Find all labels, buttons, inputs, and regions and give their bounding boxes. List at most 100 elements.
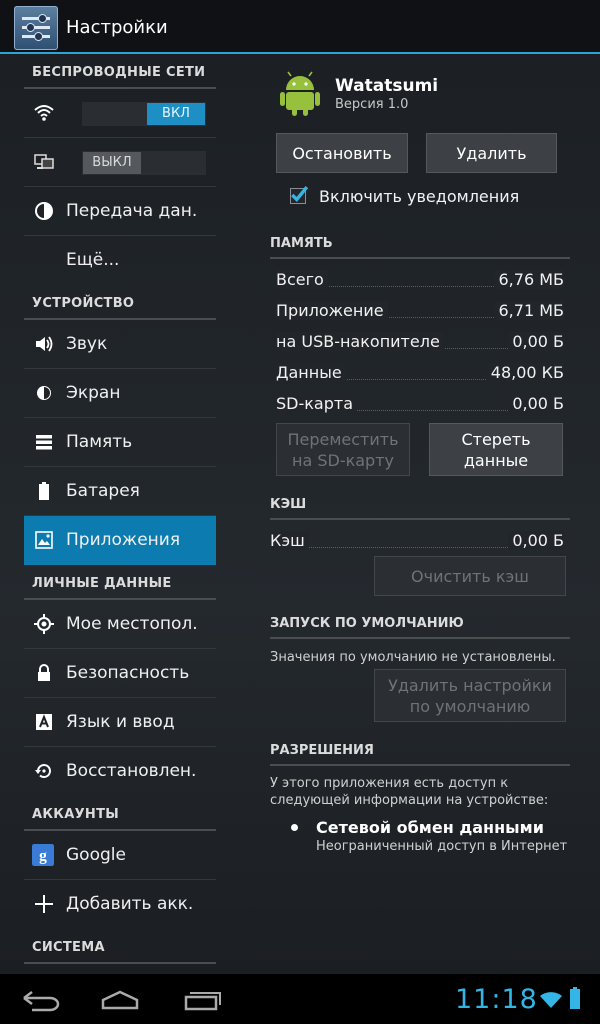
permission-description: Неограниченный доступ в Интернет bbox=[316, 839, 568, 854]
sidebar-item-location[interactable]: Мое местопол. bbox=[24, 600, 216, 649]
defaults-text: Значения по умолчанию не установлены. bbox=[270, 650, 556, 665]
sidebar-item-google[interactable]: g Google bbox=[24, 831, 216, 880]
section-header-wireless: БЕСПРОВОДНЫЕ СЕТИ bbox=[24, 54, 216, 89]
apps-icon bbox=[35, 531, 53, 549]
plus-icon bbox=[35, 895, 53, 913]
bluetooth-devices-icon bbox=[34, 154, 54, 169]
sidebar-item-wifi[interactable]: ВКЛ bbox=[24, 89, 216, 138]
sidebar-item-data-usage[interactable]: Передача дан. bbox=[24, 187, 216, 236]
storage-header: ПАМЯТЬ bbox=[270, 236, 570, 259]
sidebar-item-battery[interactable]: Батарея bbox=[24, 467, 216, 516]
clear-defaults-button[interactable]: Удалить настройки по умолчанию bbox=[374, 669, 566, 722]
storage-row-usb: на USB-накопителе 0,00 Б bbox=[276, 332, 564, 354]
wifi-toggle-label: ВКЛ bbox=[147, 103, 205, 125]
clear-cache-button[interactable]: Очистить кэш bbox=[374, 556, 566, 596]
bluetooth-toggle[interactable]: ВЫКЛ bbox=[82, 151, 206, 175]
sidebar-item-sound[interactable]: Звук bbox=[24, 320, 216, 369]
system-bar: 11:18 bbox=[0, 974, 600, 1024]
speaker-icon bbox=[36, 336, 53, 352]
page-title: Настройки bbox=[66, 17, 168, 38]
sidebar-item-label: Передача дан. bbox=[66, 201, 198, 221]
sidebar-item-label: Приложения bbox=[66, 530, 181, 550]
sidebar-item-label: Язык и ввод bbox=[66, 712, 175, 732]
sidebar-item-bluetooth[interactable]: ВЫКЛ bbox=[24, 138, 216, 187]
android-app-icon bbox=[280, 71, 320, 116]
status-clock: 11:18 bbox=[455, 984, 538, 1015]
notifications-checkbox[interactable] bbox=[290, 186, 308, 204]
app-name: Watatsumi bbox=[335, 76, 439, 96]
permissions-text-line: У этого приложения есть доступ к bbox=[270, 776, 509, 791]
sidebar-item-backup[interactable]: Восстановлен. bbox=[24, 747, 216, 796]
sidebar-item-label: Память bbox=[66, 432, 133, 452]
button-line: по умолчанию bbox=[409, 697, 531, 716]
section-header-accounts: АККАУНТЫ bbox=[24, 796, 216, 831]
row-label: на USB-накопителе bbox=[276, 332, 444, 351]
sidebar-item-label: Мое местопол. bbox=[66, 614, 198, 634]
section-header-personal: ЛИЧНЫЕ ДАННЫЕ bbox=[24, 565, 216, 600]
action-bar: Настройки bbox=[0, 0, 600, 54]
sidebar-item-display[interactable]: Экран bbox=[24, 369, 216, 418]
sidebar-item-storage[interactable]: Память bbox=[24, 418, 216, 467]
brightness-icon bbox=[37, 386, 51, 400]
settings-main: БЕСПРОВОДНЫЕ СЕТИ ВКЛ ВЫКЛ Передача дан.… bbox=[0, 54, 600, 974]
row-value: 6,71 МБ bbox=[494, 301, 564, 320]
wifi-icon bbox=[34, 105, 54, 121]
row-label: Кэш bbox=[270, 531, 309, 550]
storage-row-total: Всего 6,76 МБ bbox=[276, 270, 564, 292]
storage-row-app: Приложение 6,71 МБ bbox=[276, 301, 564, 323]
cache-row: Кэш 0,00 Б bbox=[270, 531, 564, 553]
sidebar-item-label: Безопасность bbox=[66, 663, 190, 683]
stop-button[interactable]: Остановить bbox=[276, 133, 408, 173]
notifications-label: Включить уведомления bbox=[319, 187, 520, 206]
row-label: SD-карта bbox=[276, 394, 357, 413]
row-value: 0,00 Б bbox=[508, 531, 564, 550]
uninstall-button[interactable]: Удалить bbox=[426, 133, 557, 173]
app-version: Версия 1.0 bbox=[335, 97, 409, 112]
home-icon[interactable] bbox=[100, 988, 140, 1012]
row-value: 48,00 КБ bbox=[486, 363, 564, 382]
button-line: Удалить настройки bbox=[388, 676, 552, 695]
app-info-pane: Watatsumi Версия 1.0 Остановить Удалить … bbox=[264, 54, 570, 854]
checkmark-icon bbox=[291, 186, 308, 203]
button-line: на SD-карту bbox=[291, 451, 394, 470]
app-header: Watatsumi Версия 1.0 bbox=[264, 54, 570, 126]
cache-header: КЭШ bbox=[270, 497, 570, 520]
row-label: Приложение bbox=[276, 301, 388, 320]
recent-apps-icon[interactable] bbox=[182, 988, 222, 1012]
sidebar-item-label: Добавить акк. bbox=[66, 894, 194, 914]
bullet-icon bbox=[291, 824, 298, 831]
sidebar-item-security[interactable]: Безопасность bbox=[24, 649, 216, 698]
row-label: Всего bbox=[276, 270, 328, 289]
row-value: 6,76 МБ bbox=[494, 270, 564, 289]
permissions-text: У этого приложения есть доступ к следующ… bbox=[270, 775, 548, 809]
storage-icon bbox=[36, 435, 52, 450]
sidebar-item-add-account[interactable]: Добавить акк. bbox=[24, 880, 216, 929]
wifi-toggle[interactable]: ВКЛ bbox=[82, 102, 206, 126]
permission-title: Сетевой обмен данными bbox=[316, 818, 544, 837]
sidebar-item-language[interactable]: Язык и ввод bbox=[24, 698, 216, 747]
keyboard-language-icon bbox=[36, 714, 52, 730]
settings-icon[interactable] bbox=[14, 6, 58, 50]
sidebar-item-apps[interactable]: Приложения bbox=[24, 516, 216, 565]
sidebar-item-label: Экран bbox=[66, 383, 121, 403]
battery-status-icon bbox=[570, 987, 580, 1009]
row-label: Данные bbox=[276, 363, 346, 382]
sidebar-item-partial[interactable] bbox=[24, 964, 216, 974]
sidebar-item-more[interactable]: Ещё... bbox=[24, 236, 216, 285]
storage-row-data: Данные 48,00 КБ bbox=[276, 363, 564, 385]
bluetooth-toggle-label: ВЫКЛ bbox=[83, 152, 141, 174]
settings-sidebar[interactable]: БЕСПРОВОДНЫЕ СЕТИ ВКЛ ВЫКЛ Передача дан.… bbox=[24, 54, 216, 974]
svg-text:g: g bbox=[39, 848, 47, 865]
lock-icon bbox=[38, 664, 50, 681]
sidebar-item-label: Батарея bbox=[66, 481, 140, 501]
back-icon[interactable] bbox=[22, 988, 62, 1012]
permissions-text-line: следующей информации на устройстве: bbox=[270, 793, 549, 808]
move-to-sd-button[interactable]: Переместить на SD-карту bbox=[276, 423, 410, 476]
section-header-device: УСТРОЙСТВО bbox=[24, 285, 216, 320]
data-usage-icon bbox=[35, 202, 53, 220]
google-icon: g bbox=[32, 844, 54, 866]
sidebar-item-label: Google bbox=[66, 845, 126, 865]
sidebar-item-label: Восстановлен. bbox=[66, 761, 197, 781]
clear-data-button[interactable]: Стереть данные bbox=[429, 423, 563, 476]
button-line: данные bbox=[463, 451, 529, 470]
